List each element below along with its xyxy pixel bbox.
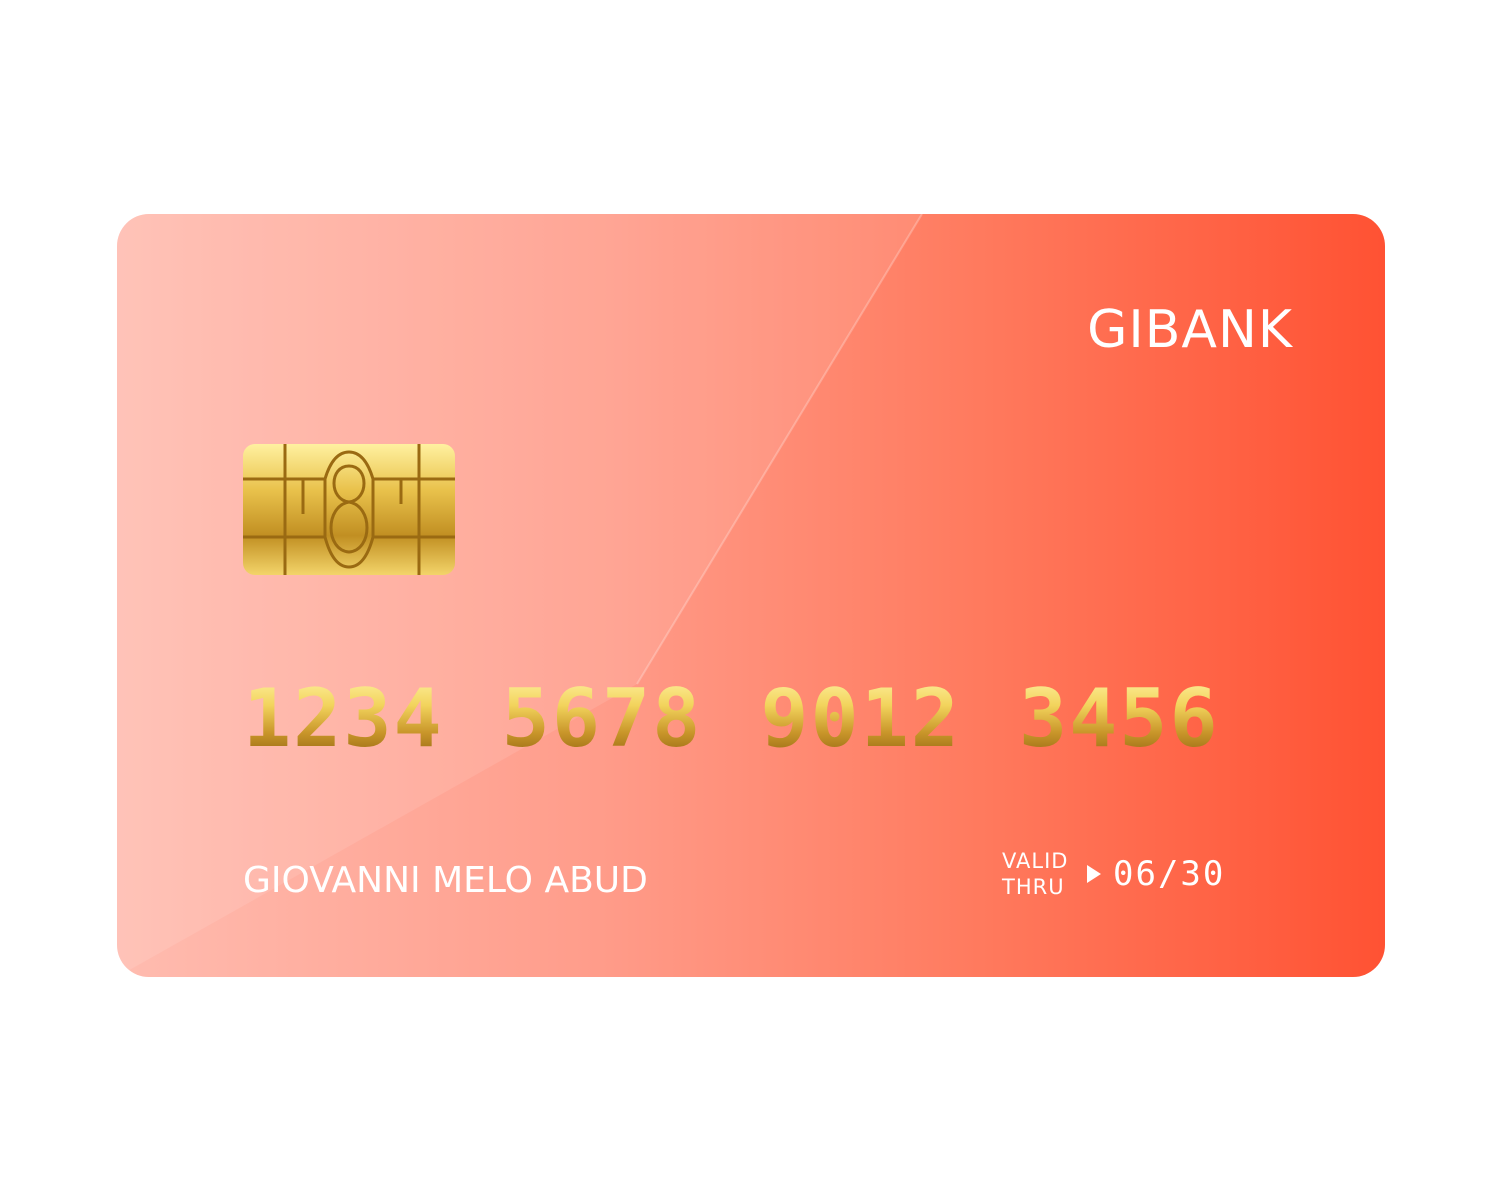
cardholder-name: GIOVANNI MELO ABUD	[243, 860, 648, 901]
valid-label-line2: THRU	[1002, 875, 1065, 899]
bank-name: GIBANK	[1087, 300, 1293, 360]
credit-card: GIBANK 1234 5678 9012 3456 GIOVANNI MELO…	[117, 214, 1385, 977]
card-number-group-3: 9012	[760, 672, 961, 765]
emv-chip-icon	[243, 444, 455, 575]
valid-label-line1: VALID	[1002, 849, 1069, 873]
triangle-right-icon	[1087, 865, 1101, 883]
card-number-group-1: 1234	[243, 672, 444, 765]
valid-thru-label: VALID THRU	[1002, 848, 1068, 900]
card-number: 1234 5678 9012 3456	[243, 674, 1220, 764]
card-number-group-4: 3456	[1018, 672, 1220, 765]
expiry-date: 06/30	[1113, 854, 1226, 894]
card-number-group-2: 5678	[501, 672, 703, 765]
